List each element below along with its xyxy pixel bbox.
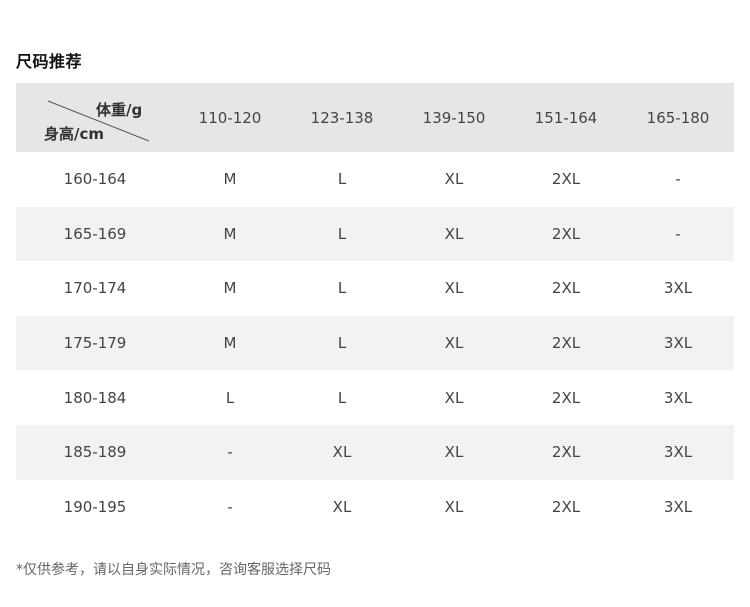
size-cell: 2XL xyxy=(551,388,581,407)
size-cell: M xyxy=(223,224,237,243)
size-cell: L xyxy=(337,170,347,189)
size-cell: 2XL xyxy=(551,497,581,516)
height-range-cell: 180-184 xyxy=(63,388,127,407)
table-row: 165-169 M L XL 2XL - xyxy=(16,206,734,262)
size-cell: 2XL xyxy=(551,334,581,353)
height-range-cell: 175-179 xyxy=(63,334,127,353)
weight-range-header: 139-150 xyxy=(422,108,486,127)
table-row: 175-179 M L XL 2XL 3XL xyxy=(16,315,734,371)
weight-range-header: 165-180 xyxy=(646,108,710,127)
size-cell: XL xyxy=(444,170,464,189)
weight-range-header: 110-120 xyxy=(198,108,262,127)
table-row: 185-189 - XL XL 2XL 3XL xyxy=(16,424,734,480)
table-row: 190-195 - XL XL 2XL 3XL xyxy=(16,480,734,535)
height-range-cell: 185-189 xyxy=(63,443,127,462)
size-cell: - xyxy=(675,170,681,189)
size-cell: M xyxy=(223,170,237,189)
size-cell: XL xyxy=(444,334,464,353)
size-cell: 3XL xyxy=(663,388,693,407)
table-row: 160-164 M L XL 2XL - xyxy=(16,152,734,207)
size-cell: 3XL xyxy=(663,279,693,298)
table-row: 180-184 L L XL 2XL 3XL xyxy=(16,370,734,425)
table-row: 170-174 M L XL 2XL 3XL xyxy=(16,261,734,316)
size-cell: 3XL xyxy=(663,443,693,462)
size-cell: XL xyxy=(444,224,464,243)
size-cell: XL xyxy=(444,443,464,462)
size-cell: L xyxy=(337,388,347,407)
size-cell: XL xyxy=(444,497,464,516)
height-range-cell: 160-164 xyxy=(63,170,127,189)
size-cell: XL xyxy=(332,443,352,462)
page-title: 尺码推荐 xyxy=(16,52,83,71)
size-cell: XL xyxy=(444,279,464,298)
size-cell: 2XL xyxy=(551,170,581,189)
corner-header-cell: 体重/g 身高/cm xyxy=(16,83,174,152)
size-cell: 2XL xyxy=(551,224,581,243)
height-axis-label: 身高/cm xyxy=(44,125,105,143)
weight-axis-label: 体重/g xyxy=(96,101,143,119)
table-header-row: 体重/g 身高/cm 110-120 123-138 139-150 151-1… xyxy=(16,83,734,152)
size-chart-table: 体重/g 身高/cm 110-120 123-138 139-150 151-1… xyxy=(16,83,734,534)
size-cell: M xyxy=(223,279,237,298)
size-cell: 2XL xyxy=(551,443,581,462)
size-cell: 3XL xyxy=(663,334,693,353)
size-cell: L xyxy=(337,224,347,243)
size-cell: M xyxy=(223,334,237,353)
size-cell: XL xyxy=(444,388,464,407)
size-cell: L xyxy=(337,334,347,353)
weight-range-header: 123-138 xyxy=(310,108,374,127)
size-cell: - xyxy=(227,497,233,516)
height-range-cell: 165-169 xyxy=(63,224,127,243)
size-cell: - xyxy=(227,443,233,462)
weight-range-header: 151-164 xyxy=(534,108,598,127)
size-cell: 3XL xyxy=(663,497,693,516)
height-range-cell: 190-195 xyxy=(63,497,127,516)
size-cell: XL xyxy=(332,497,352,516)
footnote-disclaimer: *仅供参考，请以自身实际情况，咨询客服选择尺码 xyxy=(16,562,331,578)
size-cell: L xyxy=(337,279,347,298)
size-cell: L xyxy=(225,388,235,407)
height-range-cell: 170-174 xyxy=(63,279,127,298)
size-cell: 2XL xyxy=(551,279,581,298)
size-cell: - xyxy=(675,224,681,243)
